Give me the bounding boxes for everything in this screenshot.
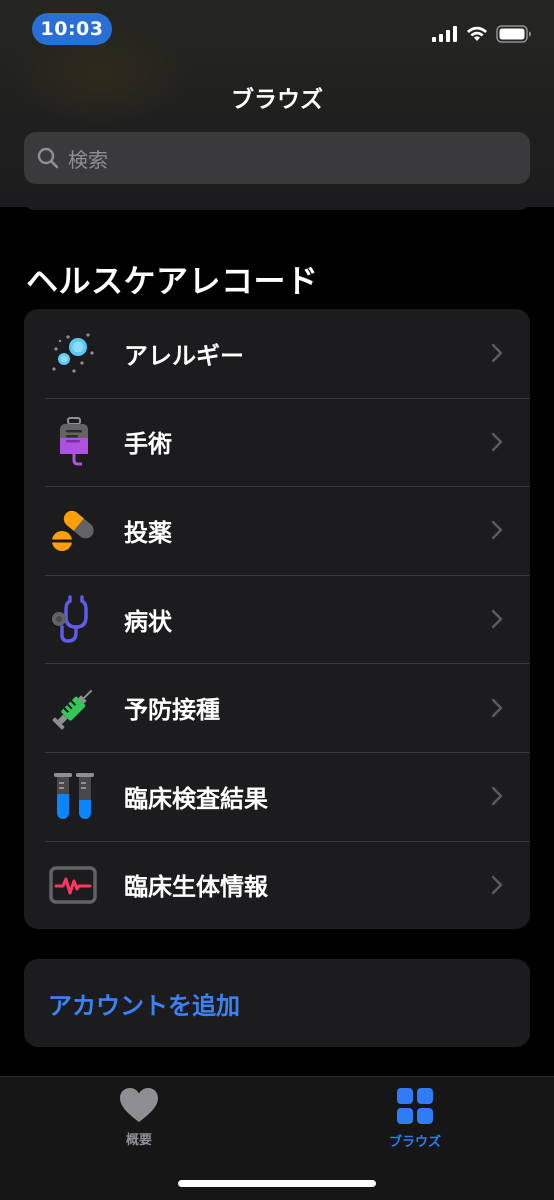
lab-test-tubes-icon — [48, 770, 100, 822]
list-item-lab-results[interactable]: 臨床検査結果 — [24, 751, 530, 841]
home-indicator[interactable] — [178, 1180, 376, 1187]
condition-stethoscope-icon — [48, 593, 100, 645]
list-item-label: アレルギー — [124, 341, 244, 370]
chevron-right-icon — [491, 698, 503, 717]
status-icons — [432, 22, 532, 46]
search-icon — [36, 146, 60, 170]
add-account-button[interactable]: アカウントを追加 — [24, 959, 530, 1047]
search-placeholder: 検索 — [68, 147, 108, 172]
medication-pills-icon — [48, 504, 100, 556]
heart-icon — [120, 1088, 158, 1122]
list-item-label: 病状 — [124, 607, 172, 636]
health-records-list: アレルギー 手術 投薬 病状 予防接種 臨床検査結果 臨床生体情報 — [24, 309, 530, 929]
list-item-conditions[interactable]: 病状 — [24, 574, 530, 664]
list-item-label: 投薬 — [124, 518, 172, 547]
grid-icon — [397, 1088, 433, 1124]
battery-icon — [496, 25, 531, 43]
section-title-health-records: ヘルスケアレコード — [26, 262, 319, 300]
chevron-right-icon — [491, 787, 503, 806]
chevron-right-icon — [491, 609, 503, 629]
list-item-medications[interactable]: 投薬 — [24, 486, 530, 575]
wifi-icon — [467, 26, 487, 41]
status-time[interactable]: 10:03 — [32, 13, 112, 45]
allergy-pollen-icon — [48, 327, 100, 379]
list-item-label: 予防接種 — [124, 696, 220, 725]
vaccine-syringe-icon — [48, 682, 100, 734]
chevron-right-icon — [491, 344, 503, 363]
add-account-label: アカウントを追加 — [48, 991, 240, 1020]
tab-summary[interactable]: 概要 — [79, 1087, 199, 1148]
list-item-allergies[interactable]: アレルギー — [24, 309, 530, 398]
cellular-signal-icon — [432, 26, 457, 42]
chevron-right-icon — [491, 521, 503, 540]
list-item-immunizations[interactable]: 予防接種 — [24, 663, 530, 752]
list-item-surgery[interactable]: 手術 — [24, 397, 530, 487]
header: 10:03 ブラウズ 検索 — [0, 0, 554, 207]
list-item-label: 臨床検査結果 — [124, 784, 268, 813]
list-item-vitals[interactable]: 臨床生体情報 — [24, 840, 530, 929]
tab-label: 概要 — [125, 1133, 152, 1148]
list-item-label: 臨床生体情報 — [124, 873, 268, 902]
vitals-monitor-icon — [48, 859, 100, 911]
search-field[interactable]: 検索 — [24, 132, 530, 184]
chevron-right-icon — [491, 432, 503, 452]
surgery-iv-bag-icon — [48, 416, 100, 468]
health-browse-screen: 10:03 ブラウズ 検索 ヘルスケアレコード アレルギー 手術 投薬 病状 予… — [0, 0, 554, 1200]
tab-browse[interactable]: ブラウズ — [355, 1087, 475, 1150]
tab-label: ブラウズ — [388, 1135, 441, 1150]
page-title: ブラウズ — [231, 87, 323, 113]
partial-card-above — [24, 200, 530, 210]
list-item-label: 手術 — [124, 430, 172, 459]
chevron-right-icon — [491, 875, 503, 895]
